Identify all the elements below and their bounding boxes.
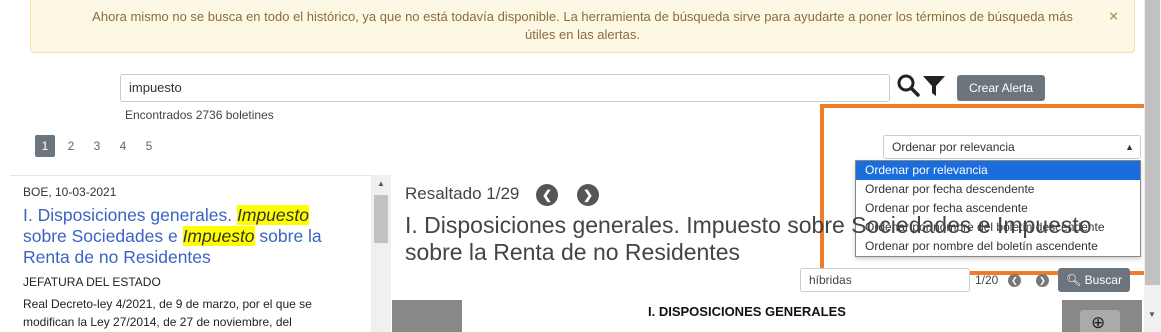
result-description: Real Decreto-ley 4/2021, de 9 de marzo, … [23, 297, 312, 329]
page-2-link[interactable]: 2 [61, 135, 81, 157]
page-scrollbar-thumb[interactable] [1145, 0, 1160, 285]
search-button[interactable]: 🔍︎ Buscar [1058, 268, 1130, 292]
alert-message: Ahora mismo no se busca en todo el histó… [92, 9, 1073, 42]
result-date: BOE, 10-03-2021 [23, 185, 117, 199]
sort-selected-value: Ordenar por relevancia [892, 140, 1015, 154]
page-3-link[interactable]: 3 [87, 135, 107, 157]
page-5-link[interactable]: 5 [139, 135, 159, 157]
page-4-link[interactable]: 4 [113, 135, 133, 157]
highlight-term-count: 1/20 [975, 273, 999, 287]
result-title-link[interactable]: I. Disposiciones generales. Impuesto sob… [23, 205, 353, 268]
page-1-link[interactable]: 1 [35, 135, 55, 157]
results-scrollbar[interactable]: ▲ [371, 175, 391, 332]
document-title-line: sobre la Renta de no Residentes [405, 239, 740, 265]
result-department: JEFATURA DEL ESTADO [23, 275, 161, 289]
search-input[interactable]: impuesto [120, 74, 890, 102]
title-text: sobre Sociedades e [23, 226, 183, 246]
title-highlight: Impuesto [237, 205, 309, 225]
sort-option-name-asc[interactable]: Ordenar por nombre del boletín ascendent… [856, 237, 1140, 256]
term-prev-icon[interactable]: ❮ [1008, 274, 1021, 287]
sort-option-relevance[interactable]: Ordenar por relevancia [856, 161, 1140, 180]
sort-dropdown-list: Ordenar por relevancia Ordenar por fecha… [855, 160, 1141, 257]
close-icon[interactable]: × [1109, 8, 1118, 26]
page-scrollbar[interactable]: ▼ [1144, 0, 1161, 332]
updown-arrow-icon: ▲ [1125, 142, 1134, 152]
sort-option-date-desc[interactable]: Ordenar por fecha descendente [856, 180, 1140, 199]
title-highlight: Impuesto [182, 226, 255, 246]
document-frame [392, 300, 462, 332]
prev-highlight-icon[interactable]: ❮ [536, 184, 558, 206]
document-heading: I. DISPOSICIONES GENERALES [648, 304, 846, 319]
search-icon[interactable] [896, 73, 920, 97]
results-count: Encontrados 2736 boletines [125, 108, 274, 122]
document-title: I. Disposiciones generales. Impuesto sob… [405, 212, 1092, 266]
pagination: 1 2 3 4 5 [35, 135, 159, 157]
filter-icon[interactable] [922, 74, 946, 98]
info-alert: Ahora mismo no se busca en todo el histó… [30, 0, 1135, 53]
next-highlight-icon[interactable]: ❯ [577, 184, 599, 206]
scrollbar-thumb[interactable] [374, 195, 388, 243]
title-text: I. Disposiciones generales. [23, 205, 237, 225]
highlight-counter: Resaltado 1/29 [405, 184, 520, 203]
search-button-label: Buscar [1084, 273, 1122, 287]
highlight-term-input[interactable]: híbridas [800, 268, 970, 292]
scroll-up-icon[interactable]: ▲ [377, 179, 385, 188]
sort-select[interactable]: Ordenar por relevancia ▲ [883, 135, 1141, 159]
zoom-in-icon[interactable]: ⊕ [1080, 310, 1120, 332]
document-title-line: I. Disposiciones generales. Impuesto sob… [405, 212, 1092, 238]
term-next-icon[interactable]: ❯ [1036, 274, 1049, 287]
scroll-down-icon[interactable]: ▼ [1148, 310, 1156, 319]
create-alert-button[interactable]: Crear Alerta [957, 75, 1045, 101]
